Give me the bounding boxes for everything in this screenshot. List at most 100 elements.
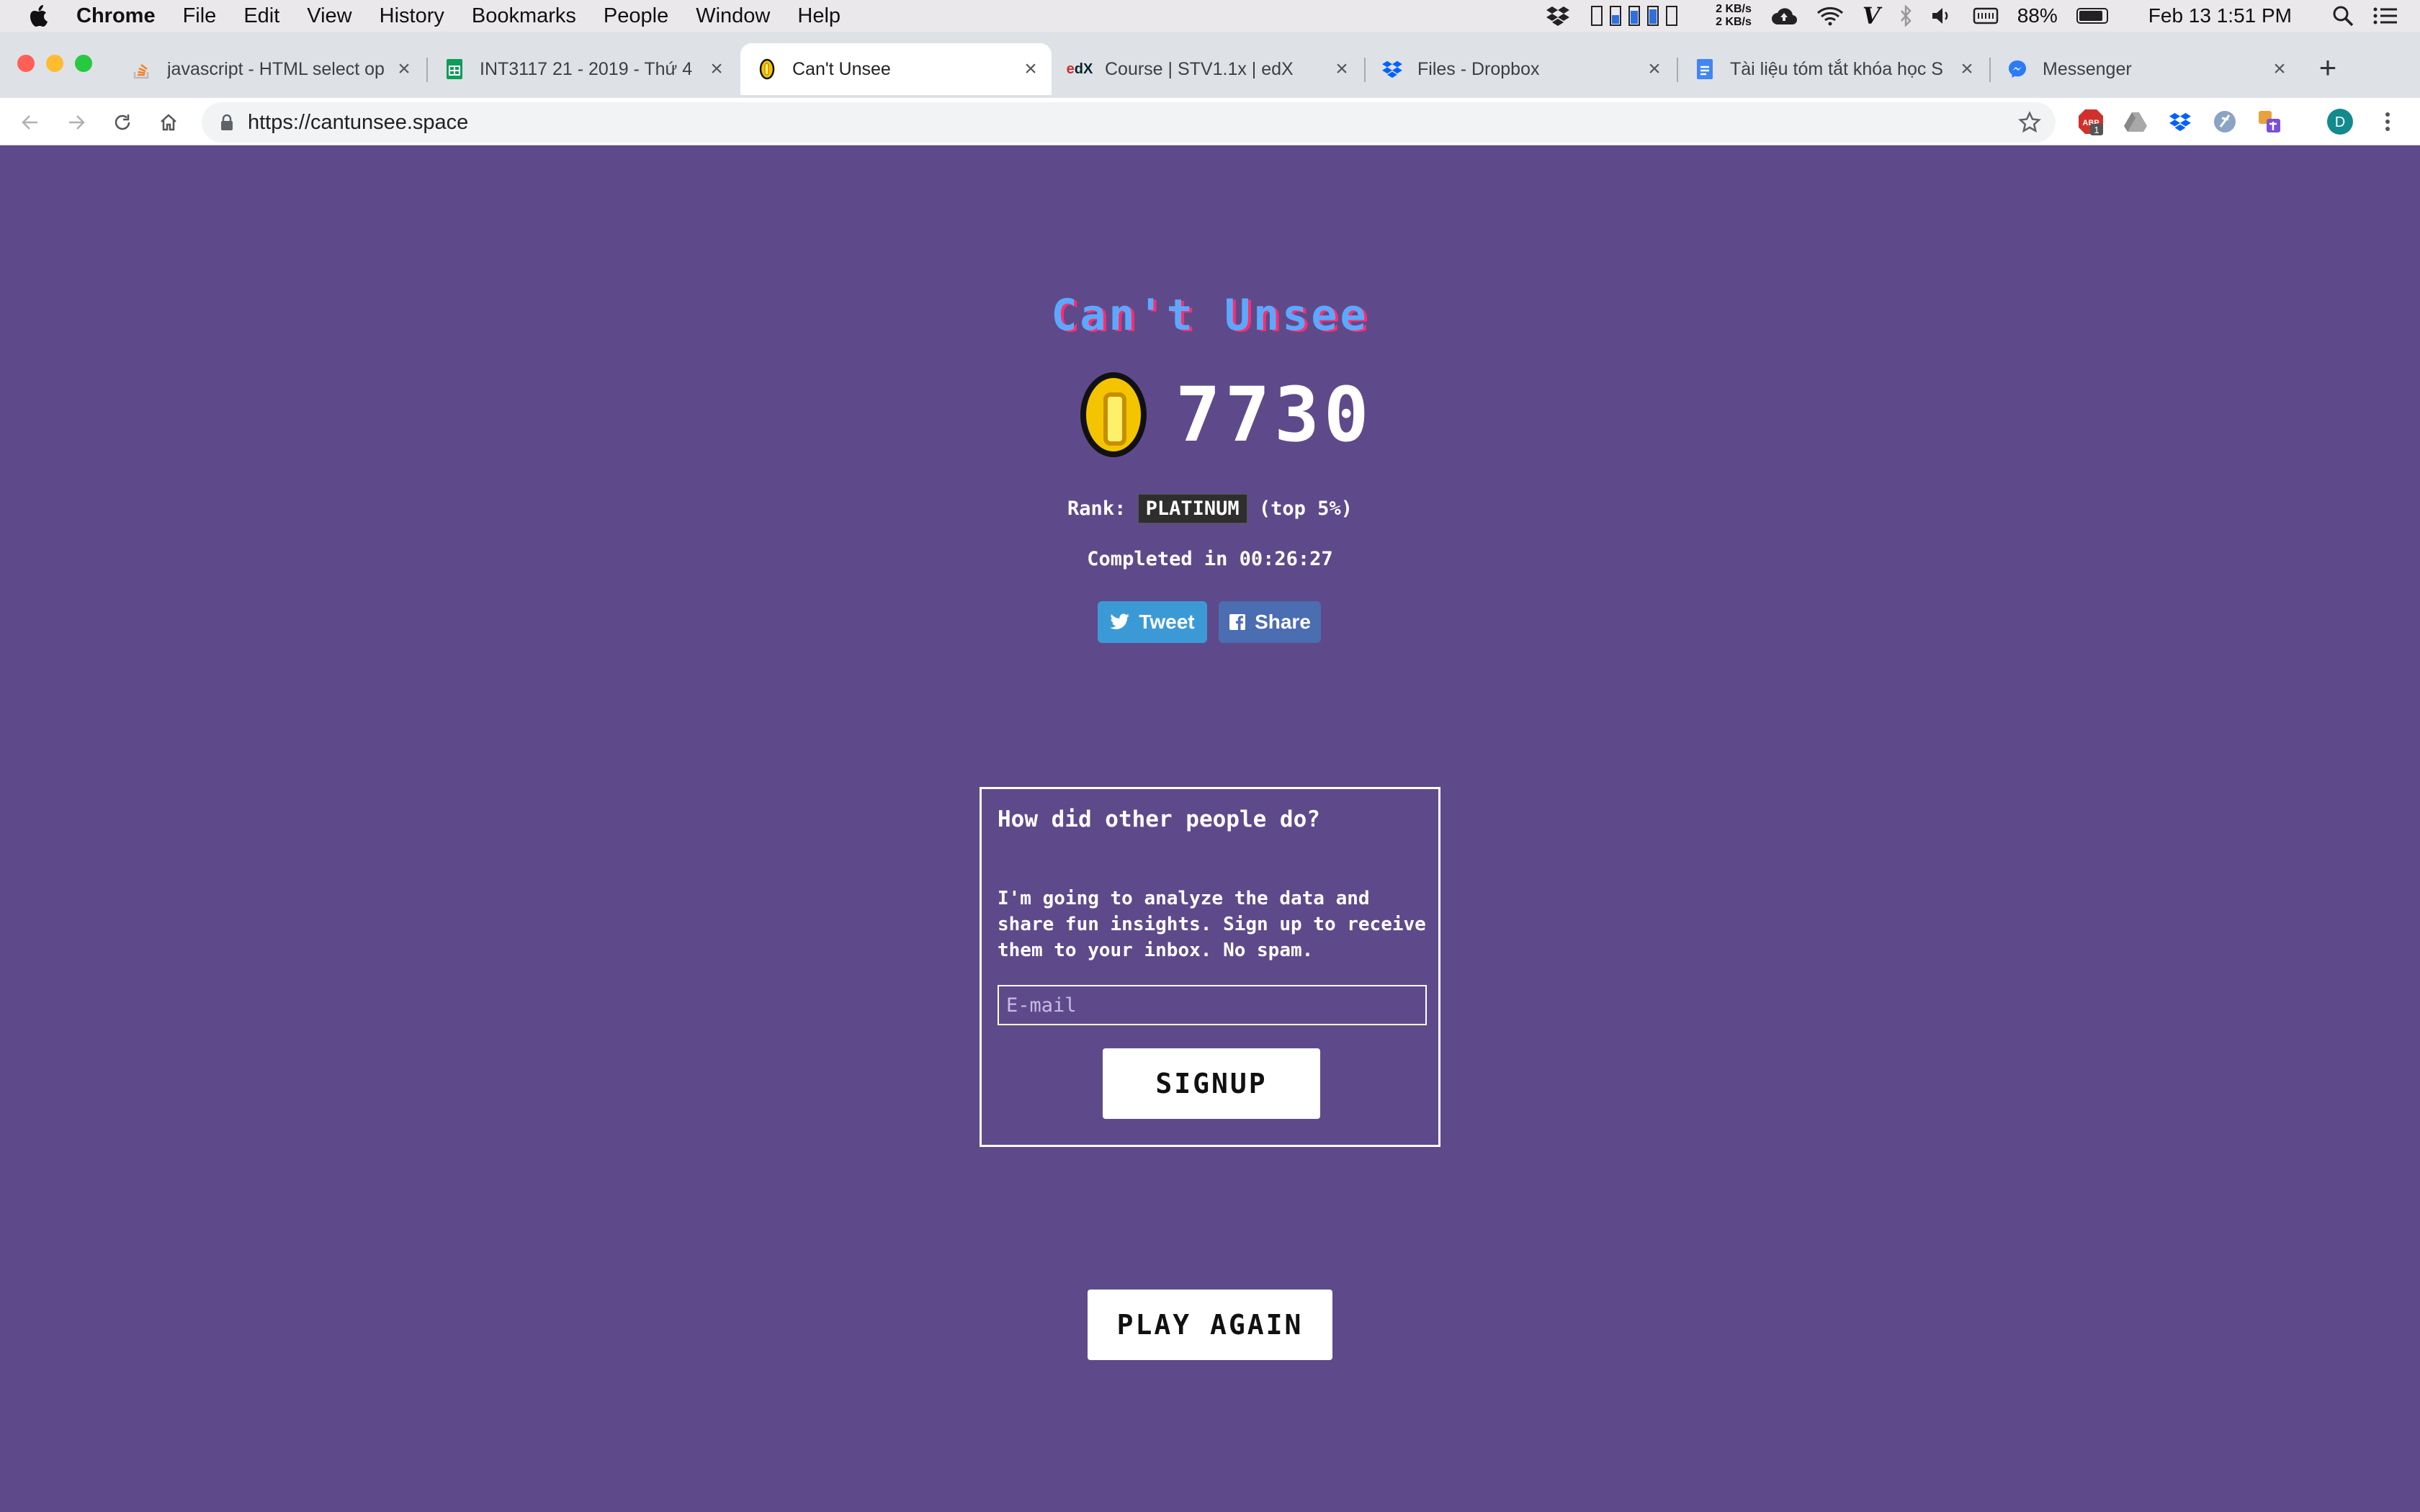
signup-button[interactable]: SIGNUP [1103, 1048, 1320, 1119]
extension-icon[interactable] [2211, 108, 2238, 135]
notification-center-icon[interactable] [2372, 6, 2398, 26]
rank-badge: PLATINUM [1137, 494, 1247, 523]
tab-title: Can't Unsee [792, 58, 891, 79]
tab-title: Course | STV1.1x | edX [1105, 58, 1294, 79]
google-drive-extension-icon[interactable] [2122, 108, 2149, 135]
twitter-icon [1110, 613, 1130, 629]
play-again-button[interactable]: PLAY AGAIN [1088, 1290, 1332, 1360]
close-icon[interactable]: × [2269, 57, 2290, 81]
tab-messenger[interactable]: Messenger × [1991, 43, 2300, 95]
translate-extension-icon[interactable] [2256, 108, 2283, 135]
edx-icon: e dX [1066, 60, 1093, 77]
menu-file[interactable]: File [183, 4, 217, 28]
reload-icon [115, 114, 130, 130]
reload-button[interactable] [107, 107, 138, 138]
tweet-button[interactable]: Tweet [1098, 601, 1207, 643]
bluetooth-icon[interactable] [1899, 5, 1912, 27]
tab-title: Tài liệu tóm tắt khóa học S [1730, 58, 1943, 79]
signup-description: I'm going to analyze the data and share … [998, 888, 1426, 961]
url-text[interactable]: https://cantunsee.space [248, 111, 468, 135]
istat-monitor-icon[interactable] [1589, 4, 1697, 28]
tab-edx[interactable]: e dX Course | STV1.1x | edX × [1053, 43, 1363, 95]
keyboard-viewer-icon[interactable] [1973, 6, 1999, 26]
menu-bookmarks[interactable]: Bookmarks [472, 4, 576, 28]
forward-button[interactable] [60, 107, 92, 138]
menu-help[interactable]: Help [797, 4, 841, 28]
score-value: 7730 [1175, 371, 1373, 459]
wifi-icon[interactable] [1816, 6, 1844, 26]
completed-time: 00:26:27 [1239, 548, 1333, 570]
tweet-label: Tweet [1139, 611, 1195, 633]
tab-stackoverflow[interactable]: javascript - HTML select op × [115, 43, 425, 95]
messenger-icon [2007, 58, 2028, 80]
close-icon[interactable]: × [393, 57, 415, 81]
tab-sheets[interactable]: INT3117 21 - 2019 - Thứ 4 × [428, 43, 738, 95]
share-label: Share [1255, 611, 1311, 633]
sheets-icon [444, 58, 465, 80]
tab-title: Files - Dropbox [1417, 58, 1540, 79]
net-upload: 2 KB/s [1716, 3, 1752, 15]
close-icon[interactable]: × [1020, 57, 1041, 81]
menu-window[interactable]: Window [696, 4, 770, 28]
dropbox-icon [1381, 58, 1403, 80]
score-display: 7730 [1080, 371, 1373, 459]
close-icon[interactable]: × [1331, 57, 1353, 81]
tab-docs[interactable]: Tài liệu tóm tắt khóa học S × [1678, 43, 1988, 95]
tab-title: INT3117 21 - 2019 - Thứ 4 [480, 58, 693, 79]
adblock-extension-icon[interactable]: ABP 1 [2077, 108, 2105, 135]
menu-view[interactable]: View [307, 4, 351, 28]
rank-note: (top 5%) [1258, 498, 1353, 520]
volume-icon[interactable] [1931, 6, 1954, 26]
close-icon[interactable]: × [1644, 57, 1665, 81]
menu-people[interactable]: People [604, 4, 668, 28]
back-button[interactable] [14, 107, 46, 138]
social-buttons: Tweet Share [1098, 601, 1321, 643]
menu-extras: 2 KB/s 2 KB/s V 88% Feb 13 1:51 PM [1546, 0, 2398, 32]
tab-title: javascript - HTML select op [167, 58, 385, 79]
address-bar[interactable]: https://cantunsee.space [202, 102, 2056, 143]
home-icon [161, 114, 176, 131]
chrome-menu-icon[interactable] [2374, 108, 2401, 135]
menu-edit[interactable]: Edit [243, 4, 279, 28]
network-speed: 2 KB/s 2 KB/s [1716, 3, 1752, 29]
battery-icon[interactable] [2076, 8, 2108, 24]
game-title: Can't Unsee [1051, 290, 1369, 341]
dropbox-status-icon[interactable] [1546, 5, 1570, 27]
svg-text:D: D [2335, 114, 2345, 130]
tab-title: Messenger [2043, 58, 2132, 79]
cloud-upload-icon[interactable] [1770, 6, 1798, 26]
bookmark-star-icon[interactable] [2018, 111, 2041, 134]
docs-icon [1694, 58, 1716, 80]
rank-label: Rank: [1067, 498, 1126, 520]
coin-icon [756, 58, 778, 80]
close-icon[interactable]: × [1956, 57, 1978, 81]
email-field[interactable] [998, 985, 1427, 1025]
profile-avatar[interactable]: D [2326, 108, 2354, 135]
rank-line: Rank: PLATINUM (top 5%) [0, 494, 2420, 523]
window-minimize-button[interactable] [46, 55, 63, 72]
home-button[interactable] [153, 107, 184, 138]
coin-icon [1080, 372, 1147, 457]
macos-menu-bar: Chrome File Edit View History Bookmarks … [0, 0, 2420, 32]
close-icon[interactable]: × [706, 57, 727, 81]
apple-icon[interactable] [29, 4, 50, 28]
completion-time: Completed in 00:26:27 [0, 548, 2420, 570]
stackoverflow-icon [131, 58, 153, 80]
dropbox-extension-icon[interactable] [2166, 108, 2194, 135]
new-tab-button[interactable]: + [2313, 50, 2342, 84]
lock-icon[interactable] [220, 114, 233, 131]
clock[interactable]: Feb 13 1:51 PM [2148, 4, 2292, 27]
arrow-left-icon [22, 115, 37, 130]
spotlight-search-icon[interactable] [2332, 5, 2354, 27]
signup-heading: How did other people do? [998, 806, 1320, 832]
window-close-button[interactable] [17, 55, 35, 72]
tab-dropbox[interactable]: Files - Dropbox × [1366, 43, 1675, 95]
menu-history[interactable]: History [380, 4, 444, 28]
vimeo-icon[interactable]: V [1863, 2, 1881, 30]
facebook-share-button[interactable]: Share [1219, 601, 1321, 643]
menu-app-name[interactable]: Chrome [76, 4, 156, 28]
extension-badge: 1 [2094, 125, 2099, 135]
window-zoom-button[interactable] [75, 55, 92, 72]
page-content: Can't Unsee 7730 Rank: PLATINUM (top 5%)… [0, 146, 2420, 1512]
tab-cantunsee[interactable]: Can't Unsee × [740, 43, 1052, 95]
